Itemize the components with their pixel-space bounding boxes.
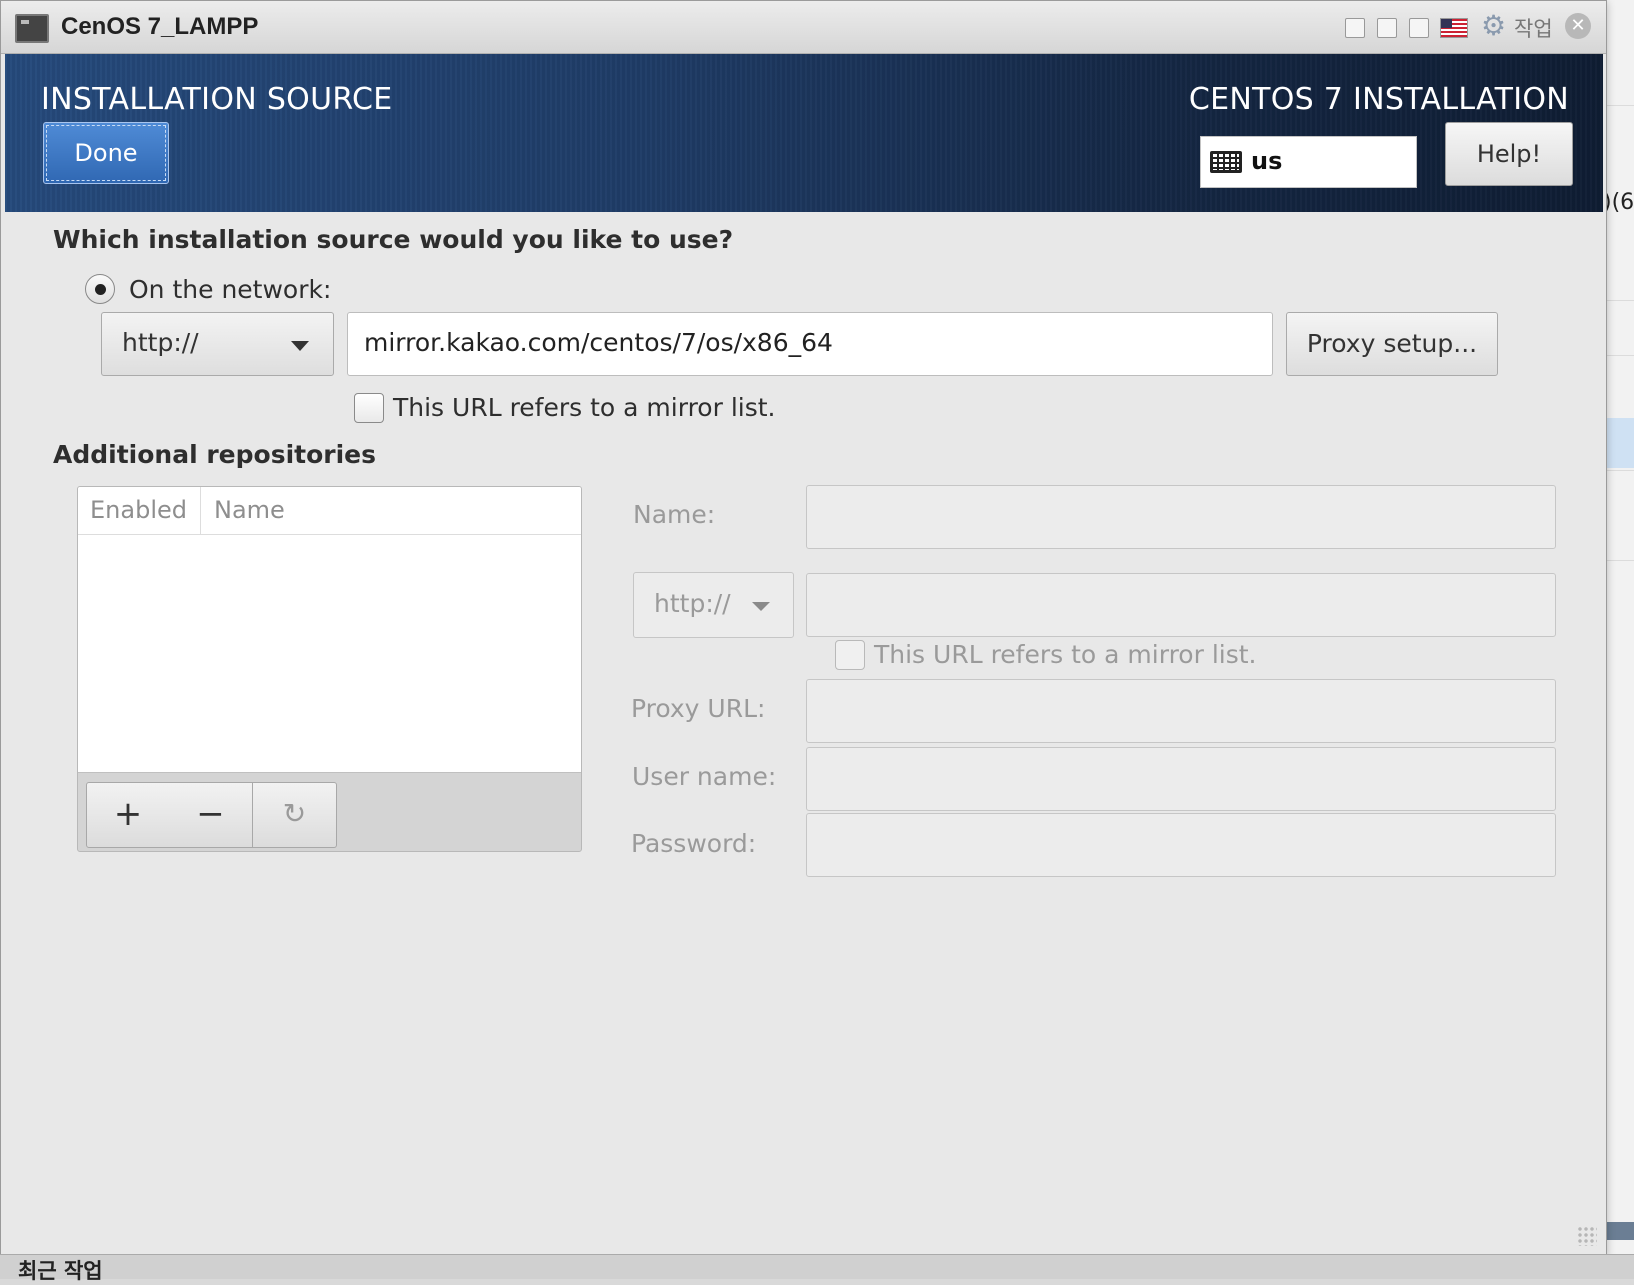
vm-window: CenOS 7_LAMPP ⚙ 작업 ✕ INSTALLATION SOURCE… xyxy=(0,0,1607,1256)
close-icon[interactable]: ✕ xyxy=(1565,13,1591,39)
tool-menu-label[interactable]: 작업 xyxy=(1514,13,1553,43)
resize-grip-icon[interactable] xyxy=(1577,1226,1597,1246)
done-button[interactable]: Done xyxy=(43,122,169,184)
taskbar: 최근 작업 xyxy=(0,1254,1634,1283)
installer-header: INSTALLATION SOURCE Done CENTOS 7 INSTAL… xyxy=(5,54,1603,212)
keyboard-layout-value: us xyxy=(1251,147,1283,175)
additional-repos-title: Additional repositories xyxy=(53,440,377,469)
content-area: Which installation source would you like… xyxy=(5,212,1603,1252)
window-title: CenOS 7_LAMPP xyxy=(61,13,259,40)
chevron-down-icon xyxy=(752,602,770,611)
proxy-url-input[interactable] xyxy=(806,679,1556,743)
page-title: INSTALLATION SOURCE xyxy=(41,82,393,117)
repo-name-label: Name: xyxy=(633,500,716,529)
network-radio[interactable] xyxy=(85,274,115,304)
repo-list[interactable]: Enabled Name xyxy=(78,487,581,773)
mirror-list-checkbox[interactable] xyxy=(354,393,384,423)
refresh-icon[interactable]: ↻ xyxy=(253,782,337,848)
gear-icon[interactable]: ⚙ xyxy=(1481,12,1506,40)
column-header-enabled[interactable]: Enabled xyxy=(78,487,201,535)
user-name-input[interactable] xyxy=(806,747,1556,811)
repo-url-input[interactable] xyxy=(806,573,1556,637)
column-header-name[interactable]: Name xyxy=(201,487,581,535)
keyboard-flag-icon[interactable] xyxy=(1440,18,1468,38)
repo-protocol-dropdown[interactable]: http:// xyxy=(633,572,794,638)
mirror-list-label[interactable]: This URL refers to a mirror list. xyxy=(393,393,775,422)
url-value: mirror.kakao.com/centos/7/os/x86_64 xyxy=(364,328,833,357)
title-bar: CenOS 7_LAMPP ⚙ 작업 ✕ xyxy=(1,1,1606,54)
user-name-label: User name: xyxy=(632,762,777,791)
protocol-dropdown[interactable]: http:// xyxy=(101,312,334,376)
url-input[interactable]: mirror.kakao.com/centos/7/os/x86_64 xyxy=(347,312,1273,376)
password-input[interactable] xyxy=(806,813,1556,877)
repo-name-input[interactable] xyxy=(806,485,1556,549)
keyboard-icon xyxy=(1210,151,1242,173)
repo-mirror-list-label[interactable]: This URL refers to a mirror list. xyxy=(874,640,1256,669)
view-fullscreen-icon[interactable] xyxy=(1409,18,1429,38)
proxy-url-label: Proxy URL: xyxy=(631,694,766,723)
view-medium-icon[interactable] xyxy=(1377,18,1397,38)
view-small-icon[interactable] xyxy=(1345,18,1365,38)
background-text: )(64 xyxy=(1603,190,1634,215)
recent-tasks-label[interactable]: 최근 작업 xyxy=(18,1255,103,1285)
proxy-setup-button[interactable]: Proxy setup... xyxy=(1286,312,1498,376)
keyboard-layout-indicator[interactable]: us xyxy=(1200,136,1417,188)
network-radio-label[interactable]: On the network: xyxy=(129,275,331,304)
product-title: CENTOS 7 INSTALLATION xyxy=(1188,82,1569,117)
source-question: Which installation source would you like… xyxy=(53,225,734,254)
password-label: Password: xyxy=(631,829,757,858)
repo-protocol-value: http:// xyxy=(654,589,731,618)
chevron-down-icon xyxy=(291,341,309,351)
help-button[interactable]: Help! xyxy=(1445,122,1573,186)
vm-console-icon xyxy=(15,14,49,43)
repo-mirror-list-checkbox[interactable] xyxy=(835,640,865,670)
remove-repo-button[interactable]: − xyxy=(169,782,253,848)
add-repo-button[interactable]: + xyxy=(86,782,170,848)
protocol-value: http:// xyxy=(122,328,199,357)
repo-list-panel: Enabled Name + − ↻ xyxy=(77,486,582,852)
